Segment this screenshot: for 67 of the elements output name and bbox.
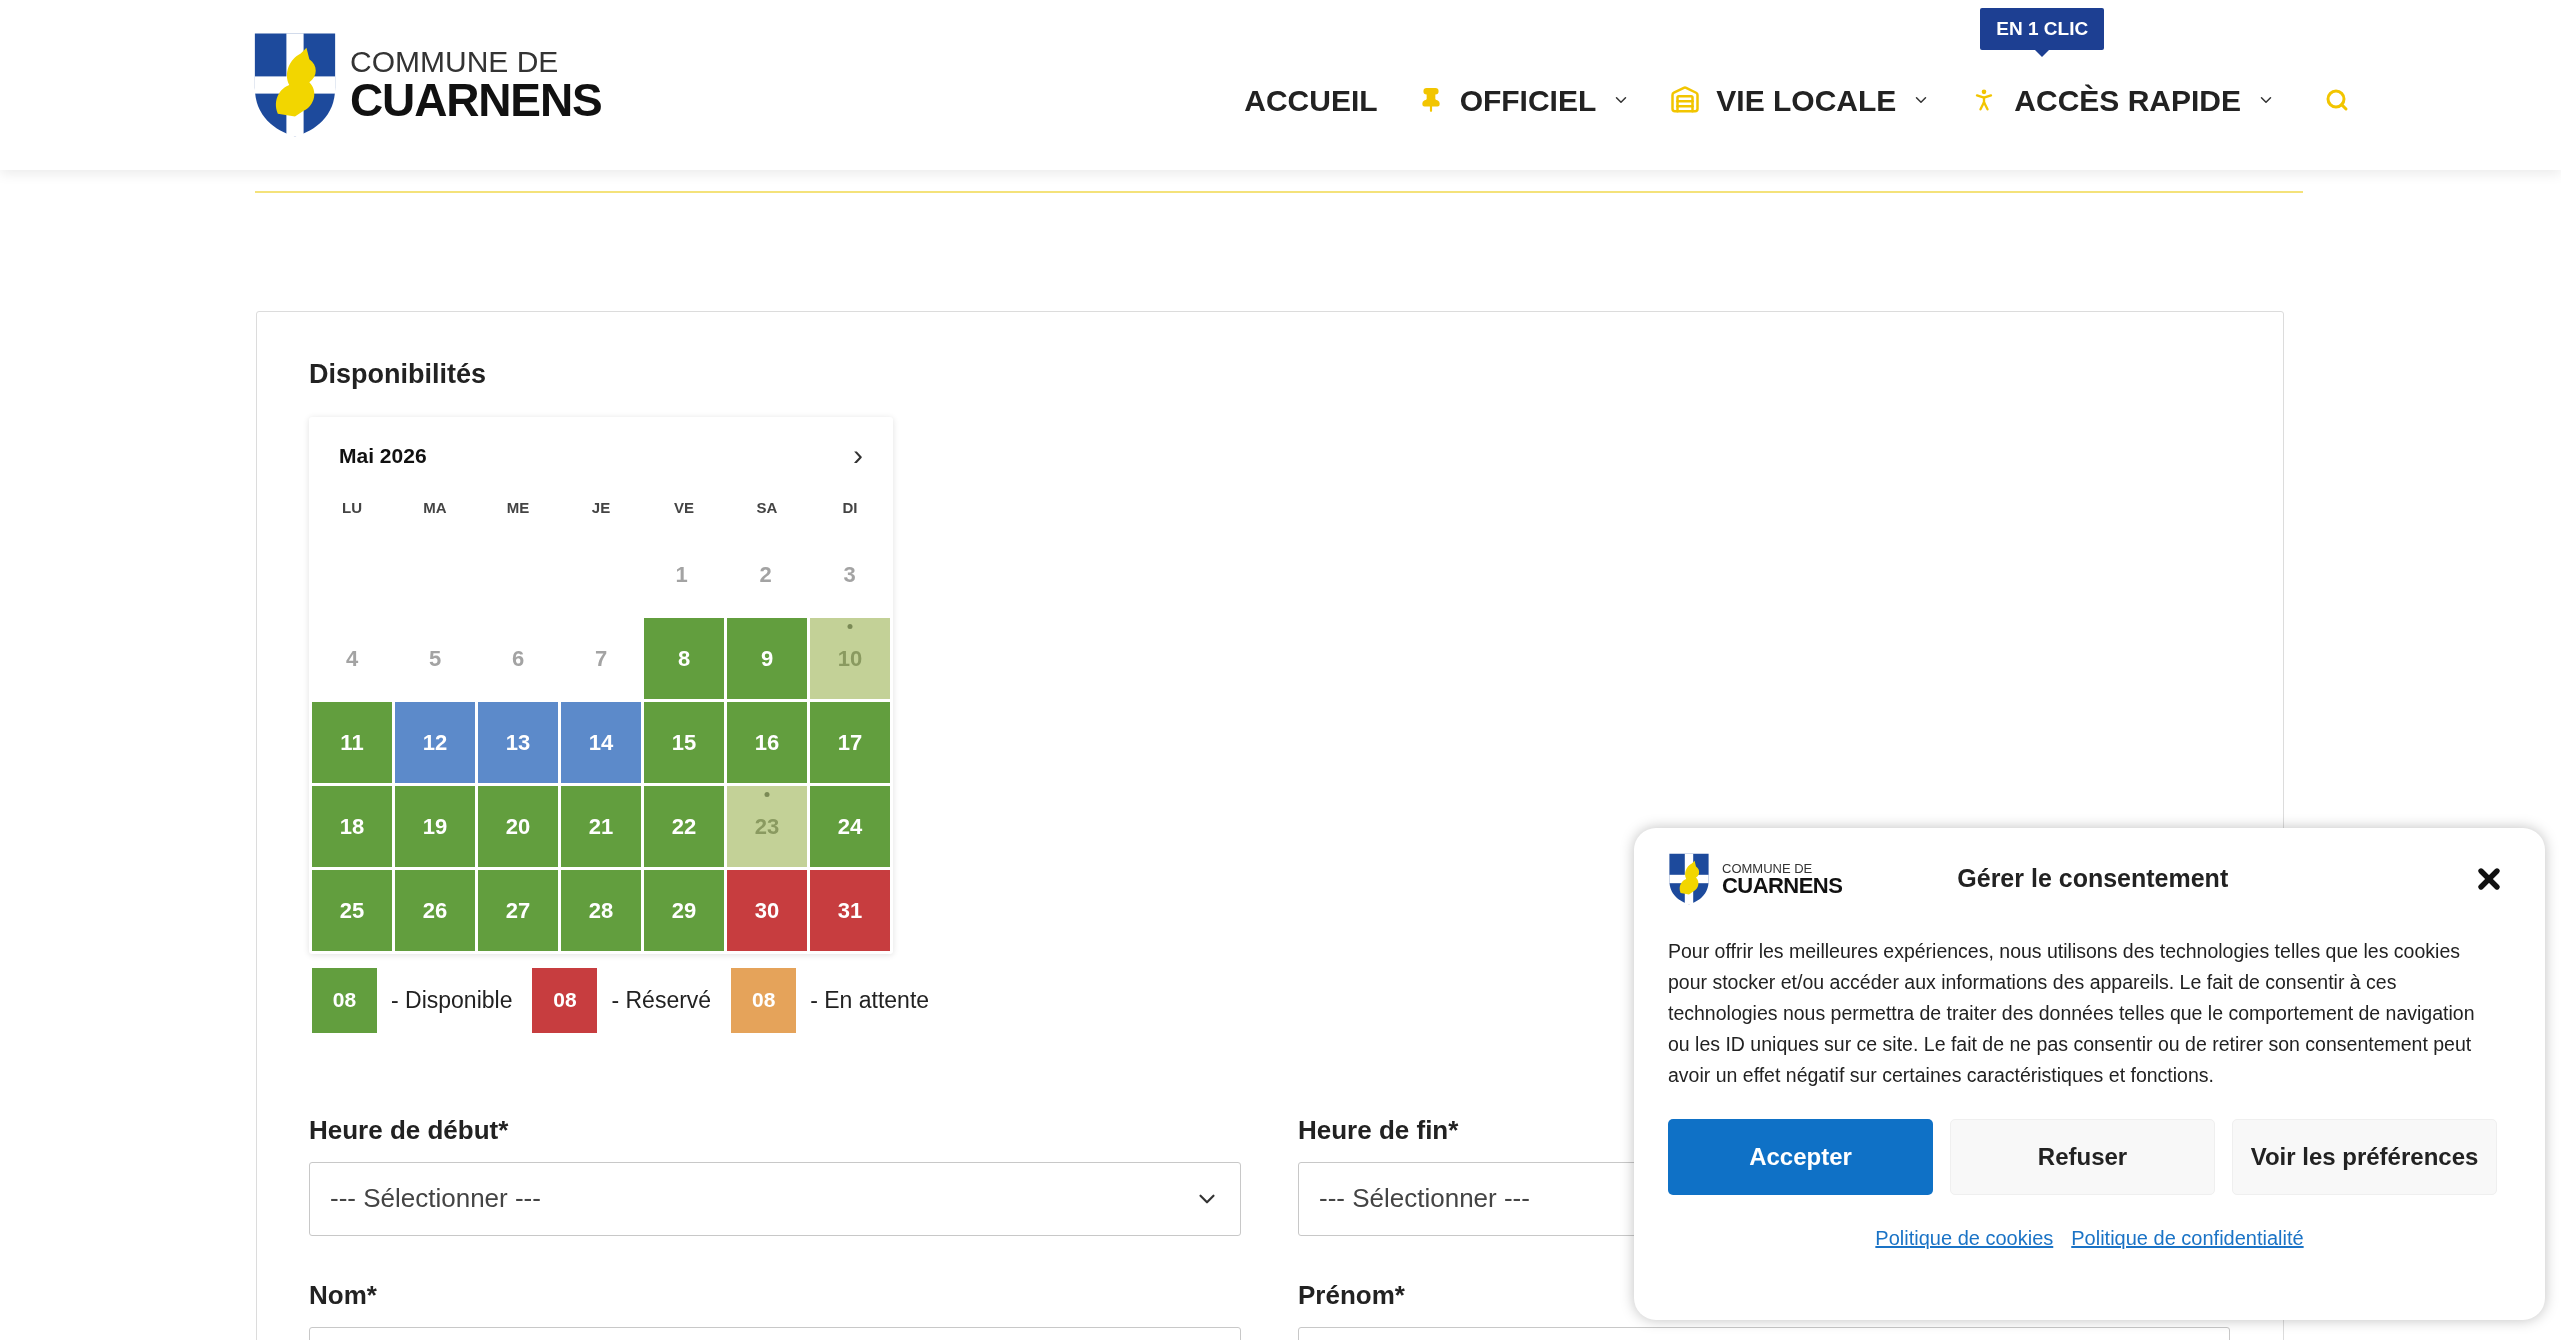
nav-link[interactable]: ACCUEIL xyxy=(1244,77,1378,123)
calendar-day[interactable]: 19 xyxy=(395,785,475,867)
consent-button[interactable]: Accepter xyxy=(1668,1119,1933,1195)
calendar-day[interactable]: 24 xyxy=(810,785,890,867)
calendar-day[interactable]: 12 xyxy=(395,701,475,783)
calendar-day[interactable]: 31 xyxy=(810,869,890,951)
legend-label: - Disponible xyxy=(391,985,513,1015)
nav-link[interactable]: VIE LOCALE xyxy=(1716,77,1897,123)
weekday-label: DI xyxy=(841,498,859,518)
field-label: Nom* xyxy=(309,1278,378,1312)
logo-title: CUARNENS xyxy=(1722,874,1843,897)
tooltip-badge: EN 1 CLIC xyxy=(1980,7,2105,50)
field-label: Prénom* xyxy=(1298,1278,1406,1312)
field-label: Heure de début* xyxy=(309,1113,510,1147)
calendar-day[interactable]: 13 xyxy=(478,701,558,783)
calendar-day[interactable]: 14 xyxy=(561,701,641,783)
houses-icon xyxy=(1670,85,1701,115)
weekday-label: SA xyxy=(755,498,779,518)
legend-label: - Réservé xyxy=(611,985,712,1015)
calendar-day[interactable]: 18 xyxy=(312,785,392,867)
select-placeholder: --- Sélectionner --- xyxy=(1319,1182,1530,1215)
logo-title: CUARNENS xyxy=(350,77,602,123)
weekday-label: VE xyxy=(673,498,695,518)
calendar-day[interactable]: 21 xyxy=(561,785,641,867)
tooltip-pointer-icon xyxy=(2035,49,2050,57)
weekday-label: ME xyxy=(505,498,531,518)
select-field[interactable]: --- Sélectionner --- xyxy=(309,1161,1241,1236)
section-title: Disponibilités xyxy=(309,358,488,391)
calendar-day[interactable]: 29 xyxy=(644,869,724,951)
consent-button[interactable]: Voir les préférences xyxy=(2232,1119,2497,1195)
legend-swatch: 08 xyxy=(532,967,598,1033)
calendar-day[interactable]: 28 xyxy=(561,869,641,951)
calendar-day[interactable]: 10 xyxy=(810,617,890,699)
weekday-label: MA xyxy=(422,498,448,518)
calendar-day[interactable]: 23 xyxy=(727,785,807,867)
calendar-day[interactable]: 11 xyxy=(312,701,392,783)
calendar-day[interactable]: 15 xyxy=(644,701,724,783)
policy-link[interactable]: Politique de cookies xyxy=(1875,1223,2054,1253)
legend-swatch: 08 xyxy=(312,967,377,1033)
dialog-title: Gérer le consentement xyxy=(1957,863,2229,895)
calendar-day[interactable]: 25 xyxy=(312,869,392,951)
nav-link[interactable]: OFFICIEL xyxy=(1459,77,1597,123)
weekday-label: JE xyxy=(590,498,612,518)
policy-link[interactable]: Politique de confidentialité xyxy=(2071,1223,2304,1253)
logo-subtitle: COMMUNE DE xyxy=(350,47,560,77)
consent-button[interactable]: Refuser xyxy=(1950,1119,2215,1195)
logo-subtitle: COMMUNE DE xyxy=(1722,861,1814,875)
legend-swatch: 08 xyxy=(731,967,797,1033)
calendar-day[interactable]: 26 xyxy=(395,869,475,951)
calendar-day[interactable]: 8 xyxy=(644,617,724,699)
nav-link[interactable]: ACCÈS RAPIDE xyxy=(2014,77,2241,123)
weekday-label: LU xyxy=(341,498,363,518)
next-month-button[interactable]: › xyxy=(853,440,863,471)
calendar-day[interactable]: 22 xyxy=(644,785,724,867)
legend-label: - En attente xyxy=(810,985,930,1015)
calendar-day[interactable]: 20 xyxy=(478,785,558,867)
month-label: Mai 2026 xyxy=(339,442,427,469)
coat-of-arms-icon xyxy=(1668,852,1710,906)
select-placeholder: --- Sélectionner --- xyxy=(330,1182,541,1215)
calendar-day[interactable]: 30 xyxy=(727,869,807,951)
calendar-day[interactable]: 16 xyxy=(727,701,807,783)
coat-of-arms-icon xyxy=(252,30,338,140)
calendar-day[interactable]: 27 xyxy=(478,869,558,951)
calendar-day[interactable]: 17 xyxy=(810,701,890,783)
consent-text: Pour offrir les meilleures expériences, nous utilisons des technologies telles que les cookies pour stocker et/ou accéder aux informations des appareils. Le fait de consentir à ces technologies nous permettra de traiter des données telles que le comportement de navigation ou les ID uniques sur ce site. Le fait de ne pas consentir ou de retirer son consentement peut avoir un effet négatif sur certaines caractéristiques et fonctions. xyxy=(1668,939,2476,1088)
field-label: Heure de fin* xyxy=(1298,1113,1460,1147)
calendar-day[interactable]: 9 xyxy=(727,617,807,699)
